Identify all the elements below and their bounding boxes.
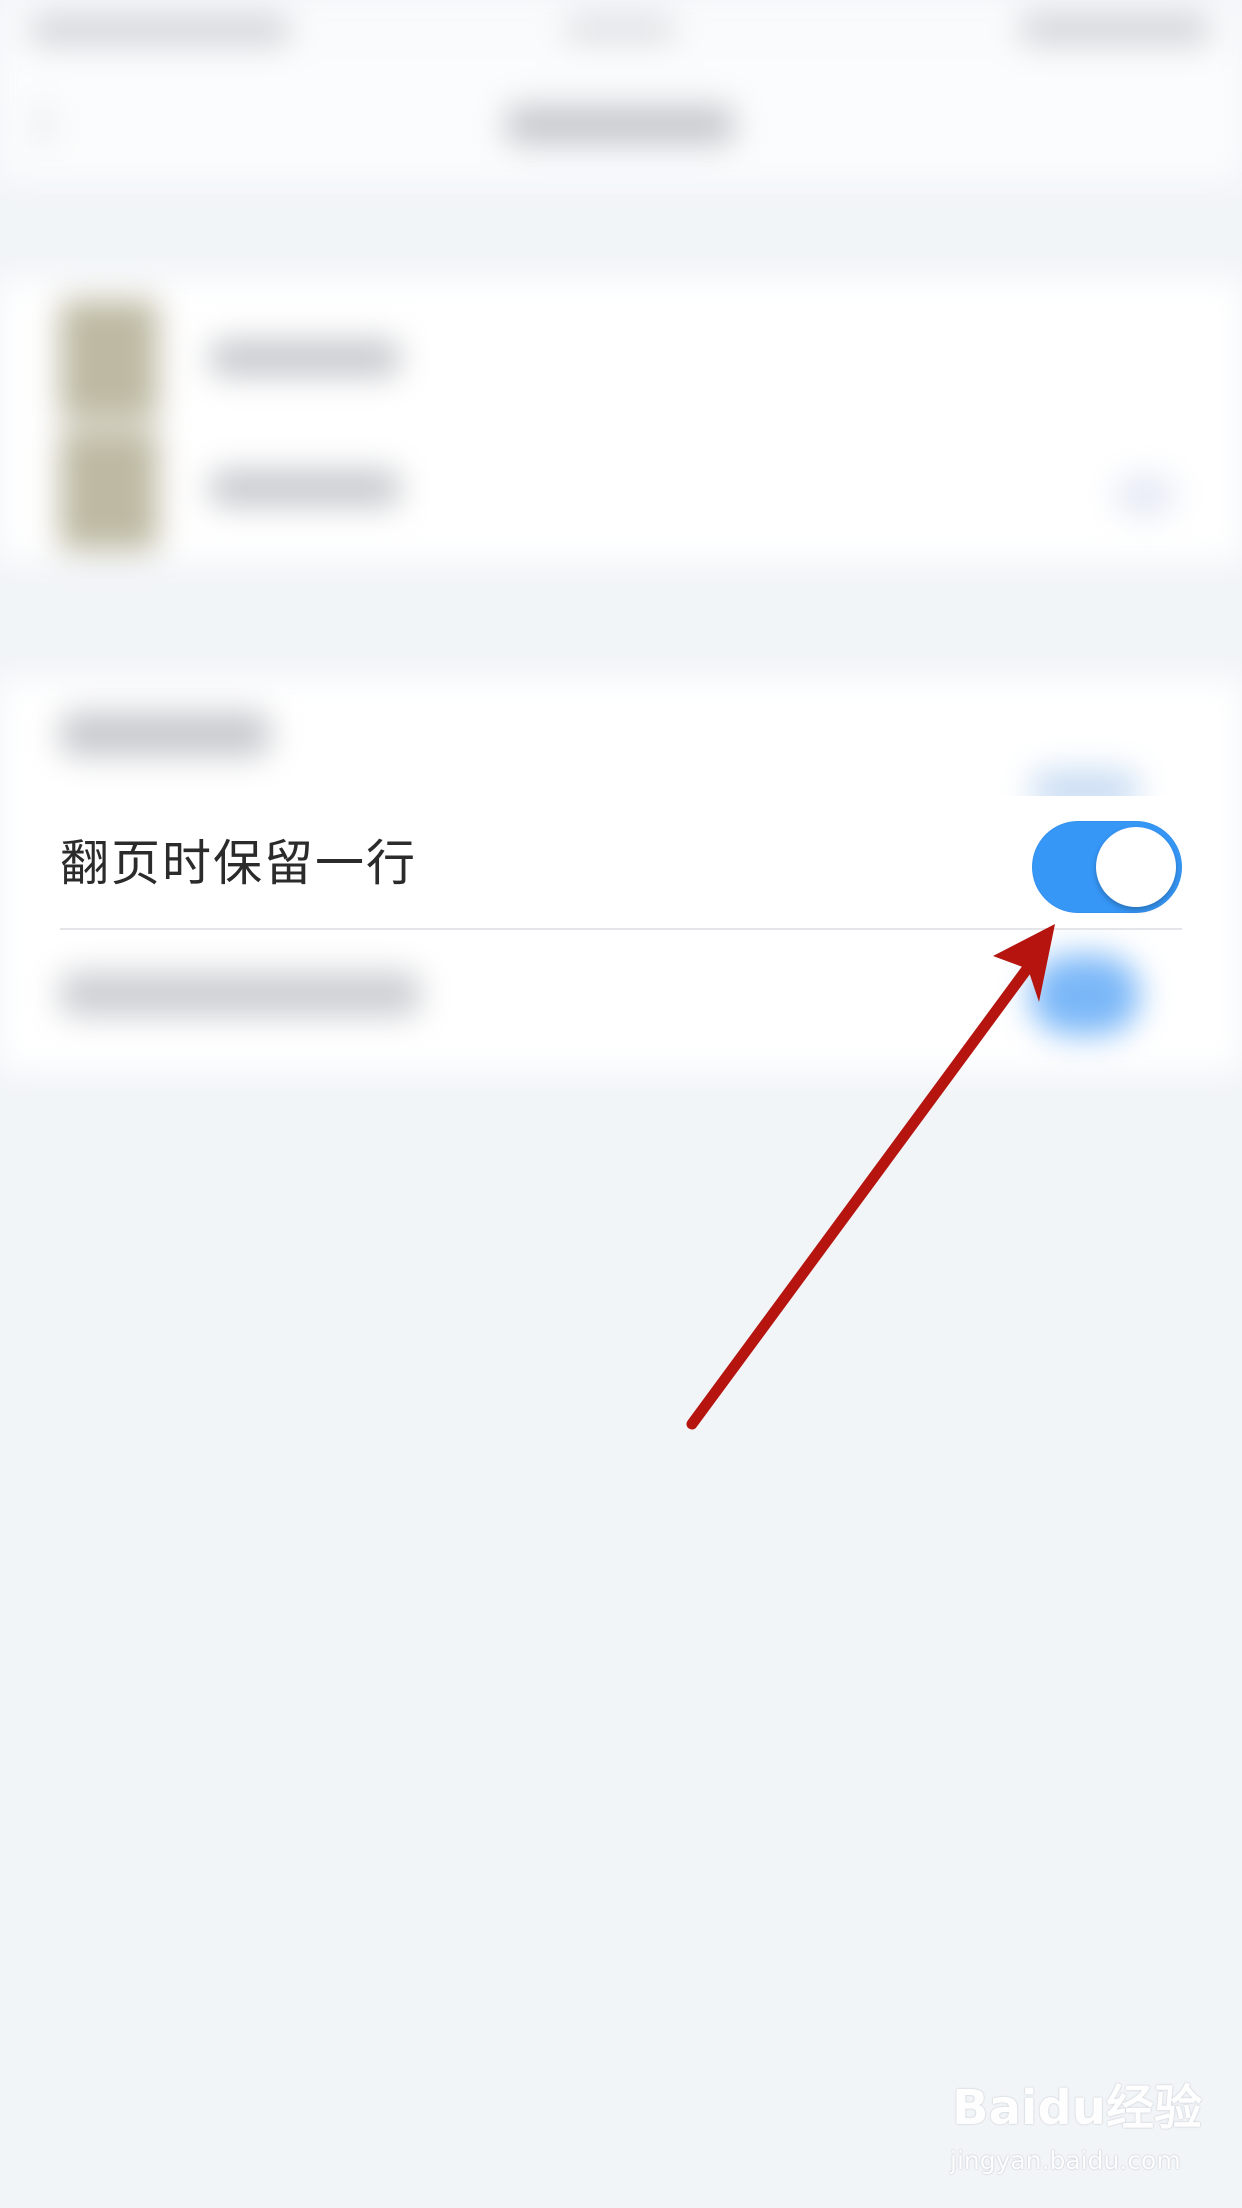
- keep-line-toggle[interactable]: [1032, 821, 1182, 913]
- setting-row-blurred-3: [60, 972, 420, 1016]
- back-icon: [40, 105, 76, 145]
- setting-row-keep-line[interactable]: 翻页时保留一行: [60, 796, 1182, 930]
- baidu-watermark: Baidu经验 jingyan.baidu.com: [950, 2080, 1202, 2190]
- selection-indicator-blurred: [1115, 475, 1175, 515]
- nav-bar: [0, 60, 1242, 180]
- thumbnail-2: [60, 430, 158, 550]
- watermark-url: jingyan.baidu.com: [950, 2146, 1181, 2175]
- status-bar: [0, 0, 1242, 60]
- status-center-blurred: [565, 16, 675, 42]
- nav-title-blurred: [505, 105, 735, 145]
- toggle-blurred-3: [1030, 955, 1140, 1035]
- blurred-background: [0, 0, 1242, 1100]
- divider-bottom: [60, 928, 1182, 930]
- setting-row-blurred-1: [60, 712, 270, 756]
- watermark-logo: Baidu经验: [952, 2080, 1202, 2136]
- setting-label: 翻页时保留一行: [60, 835, 418, 892]
- option-text-blurred-2: [210, 470, 400, 506]
- font-settings-card: [0, 280, 1242, 560]
- thumbnail-1: [60, 300, 158, 420]
- toggle-knob[interactable]: [1096, 827, 1176, 907]
- status-battery-blurred: [1020, 14, 1210, 44]
- option-text-blurred-1: [210, 340, 400, 376]
- status-time-blurred: [30, 16, 290, 44]
